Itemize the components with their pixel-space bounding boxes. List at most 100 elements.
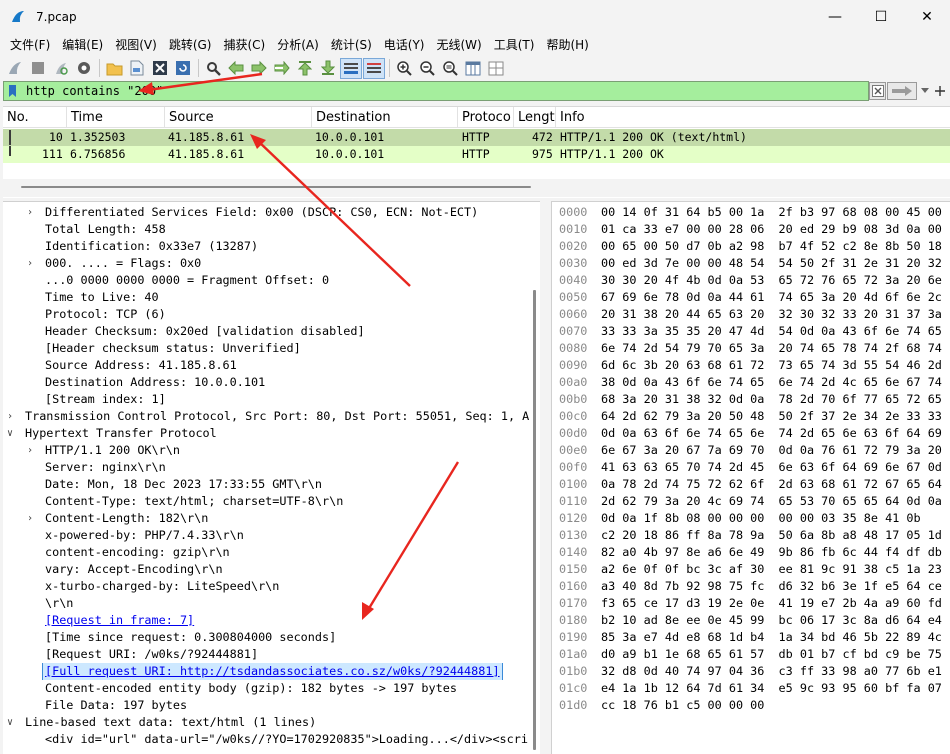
packet-row[interactable]: 111 6.756856 41.185.8.61 10.0.0.101 HTTP… [3, 146, 950, 163]
detail-line[interactable]: x-powered-by: PHP/7.4.33\r\n [3, 527, 529, 544]
detail-line[interactable]: [Stream index: 1] [3, 391, 529, 408]
collapsed-chevron-icon[interactable]: › [27, 442, 39, 459]
column-header-protocol[interactable]: Protoco [458, 107, 514, 128]
detail-line[interactable]: [Full request URI: http://tsdandassociat… [3, 663, 529, 680]
menu-tools[interactable]: 工具(T) [488, 36, 541, 53]
detail-line[interactable]: Source Address: 41.185.8.61 [3, 357, 529, 374]
detail-line[interactable]: Date: Mon, 18 Dec 2023 17:33:55 GMT\r\n [3, 476, 529, 493]
detail-line[interactable]: [Time since request: 0.300804000 seconds… [3, 629, 529, 646]
detail-line[interactable]: › Differentiated Services Field: 0x00 (DS… [3, 204, 529, 221]
menu-go[interactable]: 跳转(G) [163, 36, 218, 53]
column-header-time[interactable]: Time [67, 107, 165, 128]
expanded-chevron-icon[interactable]: ∨ [7, 714, 19, 731]
layout-button[interactable] [485, 58, 507, 79]
detail-line[interactable]: Total Length: 458 [3, 221, 529, 238]
menu-help[interactable]: 帮助(H) [540, 36, 594, 53]
detail-line[interactable]: <div id="url" data-url="/w0ks//?YO=17029… [3, 731, 529, 748]
scrollbar-thumb[interactable] [21, 186, 531, 188]
go-back-button[interactable] [225, 58, 247, 79]
stop-capture-button[interactable] [27, 58, 49, 79]
detail-line[interactable]: x-turbo-charged-by: LiteSpeed\r\n [3, 578, 529, 595]
collapsed-chevron-icon[interactable]: › [27, 255, 39, 272]
filter-dropdown-button[interactable] [918, 82, 932, 100]
collapsed-chevron-icon[interactable]: › [27, 204, 39, 221]
detail-line[interactable]: › HTTP/1.1 200 OK\r\n [3, 442, 529, 459]
column-header-no[interactable]: No. [3, 107, 67, 128]
maximize-button[interactable]: ☐ [858, 0, 904, 34]
packet-details-vertical-scrollbar[interactable] [533, 290, 536, 750]
expanded-chevron-icon[interactable]: ∨ [7, 425, 19, 442]
detail-line[interactable]: Content-encoded entity body (gzip): 182 … [3, 680, 529, 697]
detail-line[interactable]: vary: Accept-Encoding\r\n [3, 561, 529, 578]
display-filter-input[interactable]: http contains "200" [3, 81, 869, 101]
detail-line[interactable]: \r\n [3, 595, 529, 612]
find-packet-button[interactable] [202, 58, 224, 79]
detail-line[interactable]: File Data: 197 bytes [3, 697, 529, 714]
collapsed-chevron-icon[interactable]: › [7, 408, 19, 425]
close-file-button[interactable] [149, 58, 171, 79]
detail-line[interactable]: [Request URI: /w0ks/?92444881] [3, 646, 529, 663]
menu-statistics[interactable]: 统计(S) [325, 36, 378, 53]
resize-columns-button[interactable] [462, 58, 484, 79]
detail-line[interactable]: Header Checksum: 0x20ed [validation disa… [3, 323, 529, 340]
menu-capture[interactable]: 捕获(C) [217, 36, 271, 53]
detail-line[interactable]: ∨ Hypertext Transfer Protocol [3, 425, 529, 442]
capture-options-button[interactable] [73, 58, 95, 79]
column-header-source[interactable]: Source [165, 107, 312, 128]
last-packet-button[interactable] [317, 58, 339, 79]
detail-line[interactable]: › 000. .... = Flags: 0x0 [3, 255, 529, 272]
minimize-button[interactable]: — [812, 0, 858, 34]
collapsed-chevron-icon[interactable]: › [27, 510, 39, 527]
detail-line[interactable]: ∨ Line-based text data: text/html (1 line… [3, 714, 529, 731]
restart-capture-button[interactable] [50, 58, 72, 79]
detail-line[interactable]: Time to Live: 40 [3, 289, 529, 306]
menu-file[interactable]: 文件(F) [4, 36, 56, 53]
stop-icon [32, 62, 44, 74]
normal-size-button[interactable] [439, 58, 461, 79]
detail-line[interactable]: ...0 0000 0000 0000 = Fragment Offset: 0 [3, 272, 529, 289]
detail-line[interactable]: › Transmission Control Protocol, Src Port… [3, 408, 529, 425]
add-filter-button[interactable] [933, 82, 947, 100]
detail-line[interactable]: Identification: 0x33e7 (13287) [3, 238, 529, 255]
detail-line[interactable]: [Header checksum status: Unverified] [3, 340, 529, 357]
detail-line[interactable]: › Content-Length: 182\r\n [3, 510, 529, 527]
detail-line[interactable]: [Request in frame: 7] [3, 612, 529, 629]
menu-telephony[interactable]: 电话(Y) [378, 36, 431, 53]
apply-filter-button[interactable] [887, 82, 917, 100]
hex-bytes: 68 3a 20 31 38 32 0d 0a 78 2d 70 6f 77 6… [601, 392, 942, 406]
menu-view[interactable]: 视图(V) [109, 36, 163, 53]
zoom-out-button[interactable] [416, 58, 438, 79]
detail-line[interactable]: Server: nginx\r\n [3, 459, 529, 476]
autoscroll-button[interactable] [340, 57, 362, 79]
go-forward-button[interactable] [248, 58, 270, 79]
hex-bytes: 64 2d 62 79 3a 20 50 48 50 2f 37 2e 34 2… [601, 409, 942, 423]
open-file-button[interactable] [103, 58, 125, 79]
zoom-in-button[interactable] [393, 58, 415, 79]
hex-offset: 00a0 [559, 375, 588, 389]
filter-bookmark-button[interactable] [4, 82, 20, 100]
grid-icon [488, 61, 504, 75]
detail-text: Transmission Control Protocol, Src Port:… [25, 409, 529, 423]
detail-line[interactable]: Destination Address: 10.0.0.101 [3, 374, 529, 391]
colorize-button[interactable] [363, 57, 385, 79]
go-to-packet-button[interactable] [271, 58, 293, 79]
menu-wireless[interactable]: 无线(W) [431, 36, 488, 53]
column-header-info[interactable]: Info [556, 107, 950, 128]
close-button[interactable]: ✕ [904, 0, 950, 34]
start-capture-button[interactable] [4, 58, 26, 79]
detail-line[interactable]: content-encoding: gzip\r\n [3, 544, 529, 561]
first-packet-button[interactable] [294, 58, 316, 79]
packet-list-header: No. Time Source Destination Protoco Leng… [3, 107, 950, 128]
menu-edit[interactable]: 编辑(E) [56, 36, 109, 53]
detail-line[interactable]: Protocol: TCP (6) [3, 306, 529, 323]
column-header-length[interactable]: Lengt [514, 107, 556, 128]
packet-list-horizontal-scrollbar[interactable] [3, 179, 950, 197]
menu-analyze[interactable]: 分析(A) [271, 36, 325, 53]
clear-filter-button[interactable] [869, 82, 886, 100]
packet-row-selected[interactable]: 10 1.352503 41.185.8.61 10.0.0.101 HTTP … [3, 129, 950, 146]
restart-fin-icon [56, 63, 68, 75]
column-header-destination[interactable]: Destination [312, 107, 458, 128]
reload-file-button[interactable] [172, 58, 194, 79]
detail-line[interactable]: Content-Type: text/html; charset=UTF-8\r… [3, 493, 529, 510]
save-file-button[interactable] [126, 58, 148, 79]
